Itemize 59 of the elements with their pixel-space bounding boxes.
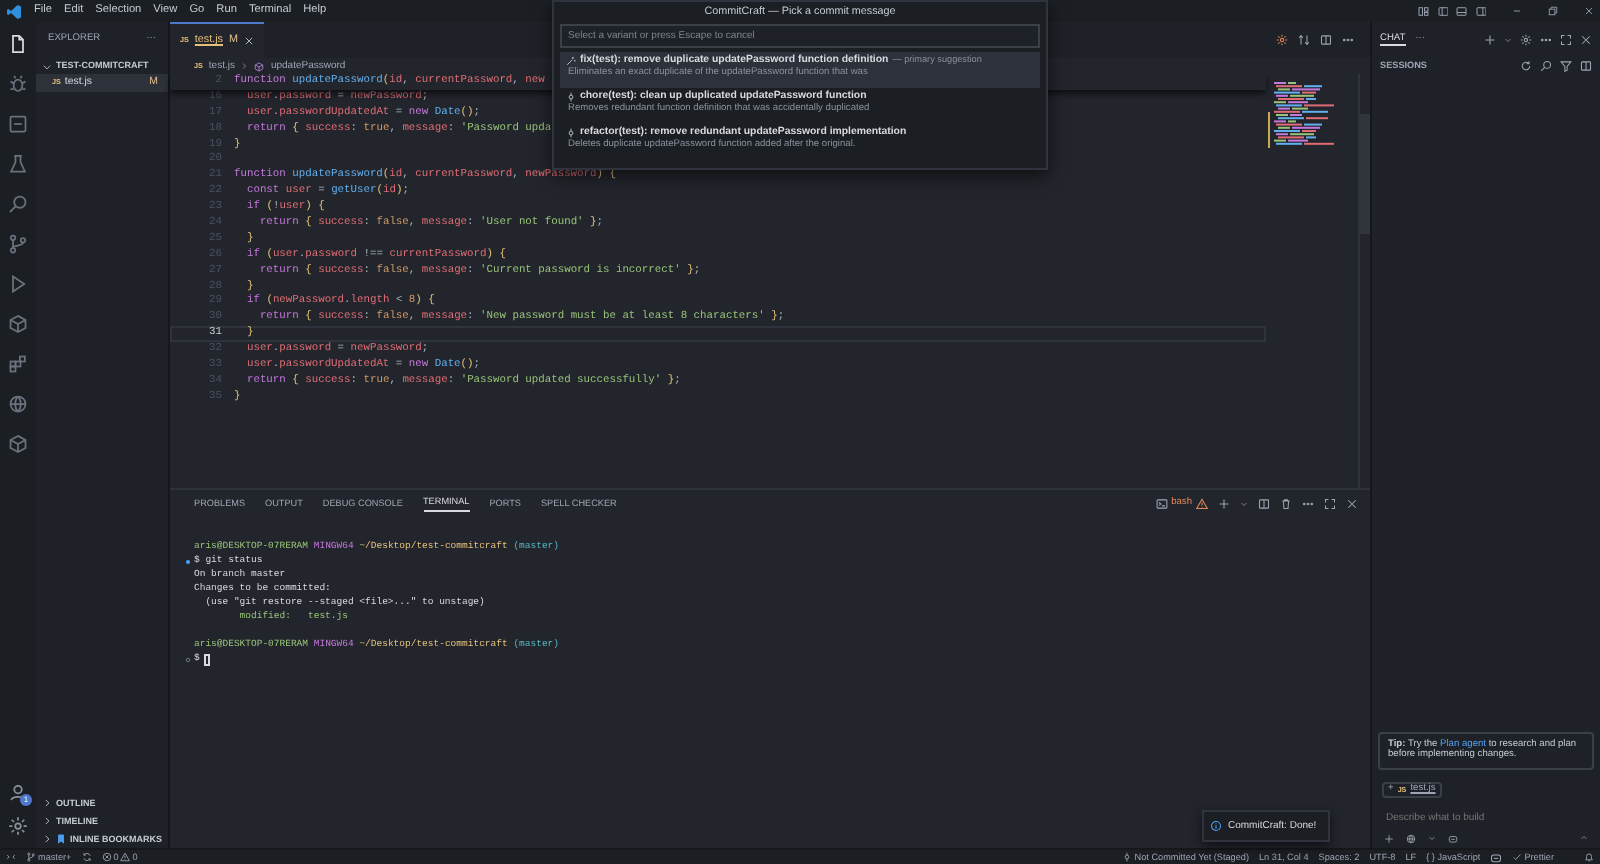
panel-toggle-icon[interactable] [1456, 5, 1467, 17]
split-editor-icon[interactable] [1320, 34, 1332, 46]
bookmark-icon [56, 834, 66, 844]
new-chat-icon[interactable] [1484, 34, 1496, 46]
panel-icon[interactable] [8, 114, 28, 134]
commit-icon [566, 127, 576, 138]
info-icon [1210, 820, 1222, 832]
warning-icon [1196, 498, 1208, 510]
close-icon[interactable] [1580, 34, 1592, 46]
new-terminal-icon[interactable] [1218, 498, 1230, 510]
branch-icon [26, 852, 36, 862]
check-icon [1512, 852, 1523, 862]
refresh-icon[interactable] [1520, 60, 1532, 72]
warning-icon [120, 852, 131, 862]
box-icon[interactable] [8, 434, 28, 454]
app-logo-icon [6, 3, 22, 19]
terminal-icon[interactable] [1155, 498, 1168, 510]
compare-icon[interactable] [1298, 34, 1310, 46]
close-icon[interactable] [1584, 6, 1594, 16]
globe-icon[interactable] [8, 394, 28, 414]
error-icon [101, 852, 112, 862]
minimap-drawing[interactable] [1268, 82, 1334, 148]
split-terminal-icon[interactable] [1258, 498, 1270, 510]
commit-icon [1122, 852, 1133, 862]
filter-icon[interactable] [1560, 60, 1572, 72]
more-actions-icon[interactable] [1302, 498, 1314, 510]
sync-icon[interactable] [81, 852, 92, 862]
maximize-icon[interactable] [1324, 498, 1336, 510]
notifications-icon[interactable] [1584, 852, 1594, 862]
remote-icon[interactable] [6, 852, 16, 862]
layout-icon[interactable] [1418, 5, 1429, 17]
trash-icon[interactable] [1280, 498, 1292, 510]
cube-icon[interactable] [8, 314, 28, 334]
secondary-sidebar-toggle-icon[interactable] [1475, 5, 1486, 17]
wand-icon [566, 55, 576, 66]
close-icon[interactable] [244, 36, 254, 46]
commit-icon [566, 91, 576, 102]
settings-icon[interactable] [1520, 34, 1532, 46]
more-actions-icon[interactable] [1342, 34, 1354, 46]
extensions-icon[interactable] [8, 354, 28, 374]
maximize-icon[interactable] [1560, 34, 1572, 46]
layout-icon[interactable] [1580, 60, 1592, 72]
attach-icon[interactable] [1384, 833, 1394, 843]
run-icon[interactable] [8, 274, 28, 294]
chevron-icon[interactable] [42, 61, 52, 71]
sidebar-toggle-icon[interactable] [1437, 5, 1448, 17]
restore-icon[interactable] [1548, 6, 1558, 16]
gear-icon[interactable] [1276, 34, 1288, 46]
close-icon[interactable] [1346, 498, 1358, 510]
search-icon[interactable] [8, 194, 28, 214]
search-icon[interactable] [1540, 60, 1552, 72]
method-icon [254, 61, 265, 71]
bug-icon[interactable] [8, 74, 28, 94]
source-control-icon[interactable] [8, 234, 28, 254]
settings-icon[interactable] [8, 816, 28, 836]
more-actions-icon[interactable] [1540, 34, 1552, 46]
flask-icon[interactable] [8, 154, 28, 174]
explorer-icon[interactable] [8, 34, 28, 54]
scrollbar-thumb[interactable] [1360, 114, 1370, 234]
